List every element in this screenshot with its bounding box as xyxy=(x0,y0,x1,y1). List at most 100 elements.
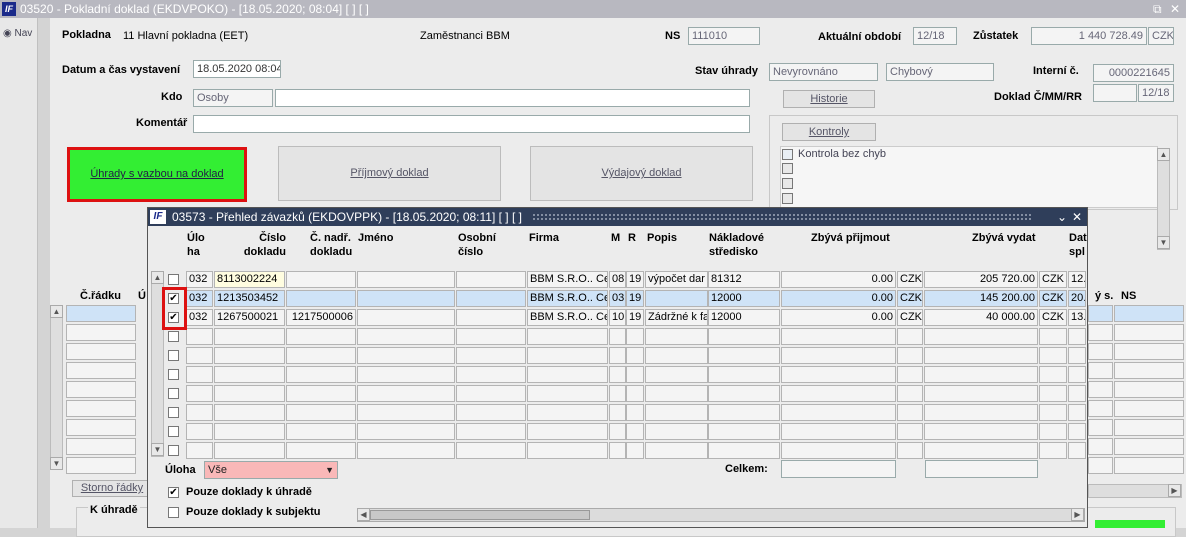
cell-osobni[interactable] xyxy=(456,290,526,307)
cell-vydat[interactable]: 205 720.00 xyxy=(924,271,1038,288)
cell-nakladove[interactable]: 12000 xyxy=(708,290,780,307)
cell-firma[interactable] xyxy=(527,366,608,383)
cell-cur1[interactable]: CZK xyxy=(897,290,923,307)
datum-field[interactable]: 18.05.2020 08:04 xyxy=(193,60,281,78)
row-checkbox[interactable] xyxy=(168,426,179,437)
cell-uloha[interactable] xyxy=(186,347,213,364)
bg-grid-cell[interactable] xyxy=(1088,324,1113,341)
cell-uloha[interactable]: 032 xyxy=(186,309,213,326)
bg-grid-scroll-down[interactable]: ▼ xyxy=(50,457,63,470)
bg-grid-cell[interactable] xyxy=(66,381,136,398)
bg-grid-cell[interactable] xyxy=(1114,457,1184,474)
cell-popis[interactable] xyxy=(645,347,708,364)
cell-firma[interactable]: BBM S.R.O.. Ce xyxy=(527,309,608,326)
kontrola-checkbox-4[interactable] xyxy=(782,193,793,204)
cell-cislo[interactable] xyxy=(214,423,285,440)
cell-cislo[interactable]: 1213503452 xyxy=(214,290,285,307)
bg-grid-cell[interactable] xyxy=(66,457,136,474)
cell-nadr[interactable] xyxy=(286,385,356,402)
obdobi-field[interactable]: 12/18 xyxy=(913,27,957,45)
cell-nadr[interactable] xyxy=(286,442,356,459)
ns-field[interactable]: 111010 xyxy=(688,27,760,45)
cell-osobni[interactable] xyxy=(456,404,526,421)
bg-grid-cell[interactable] xyxy=(1088,343,1113,360)
pouze-uhrade-checkbox[interactable]: ✔ xyxy=(168,487,179,498)
prijmovy-doklad-button[interactable]: Příjmový doklad xyxy=(278,146,501,201)
kontroly-scroll-up[interactable]: ▲ xyxy=(1157,148,1170,161)
bg-grid-cell[interactable] xyxy=(1088,457,1113,474)
cell-uloha[interactable]: 032 xyxy=(186,290,213,307)
cell-osobni[interactable] xyxy=(456,423,526,440)
cell-nadr[interactable] xyxy=(286,271,356,288)
cell-dat[interactable]: 12. xyxy=(1068,271,1086,288)
bg-grid-cell[interactable] xyxy=(1114,438,1184,455)
cell-cislo[interactable] xyxy=(214,366,285,383)
cell-popis[interactable] xyxy=(645,385,708,402)
cell-cur2[interactable] xyxy=(1039,385,1067,402)
cell-cur1[interactable] xyxy=(897,404,923,421)
cell-dat[interactable] xyxy=(1068,385,1086,402)
bg-grid-scrollbar[interactable] xyxy=(50,305,63,470)
historie-button[interactable]: Historie xyxy=(783,90,875,108)
cell-cur2[interactable] xyxy=(1039,404,1067,421)
cell-cur1[interactable] xyxy=(897,347,923,364)
cell-nadr[interactable] xyxy=(286,366,356,383)
bg-grid-cell[interactable] xyxy=(1088,362,1113,379)
bg-grid-cell[interactable] xyxy=(66,324,136,341)
bg-grid-cell[interactable] xyxy=(66,343,136,360)
cell-cur2[interactable] xyxy=(1039,423,1067,440)
cell-jmeno[interactable] xyxy=(357,271,455,288)
bg-grid-cell[interactable] xyxy=(1088,305,1113,322)
row-checkbox[interactable] xyxy=(168,350,179,361)
cell-m[interactable]: 10 xyxy=(609,309,626,326)
row-checkbox[interactable] xyxy=(168,407,179,418)
cell-cur2[interactable] xyxy=(1039,366,1067,383)
cell-jmeno[interactable] xyxy=(357,328,455,345)
cell-jmeno[interactable] xyxy=(357,366,455,383)
cell-m[interactable] xyxy=(609,347,626,364)
cell-osobni[interactable] xyxy=(456,385,526,402)
cell-dat[interactable] xyxy=(1068,347,1086,364)
dialog-hscroll-thumb[interactable] xyxy=(370,510,590,520)
bg-grid-cell[interactable] xyxy=(1114,343,1184,360)
cell-r[interactable]: 19 xyxy=(626,309,644,326)
dialog-scroll-up[interactable]: ▲ xyxy=(151,271,164,284)
cell-prijmout[interactable] xyxy=(781,385,896,402)
cell-nakladove[interactable] xyxy=(708,423,780,440)
cell-uloha[interactable] xyxy=(186,366,213,383)
cell-cur2[interactable]: CZK xyxy=(1039,271,1067,288)
cell-jmeno[interactable] xyxy=(357,290,455,307)
cell-dat[interactable] xyxy=(1068,442,1086,459)
row-checkbox[interactable] xyxy=(168,331,179,342)
interni-field[interactable]: 0000221645 xyxy=(1093,64,1174,82)
cell-popis[interactable] xyxy=(645,404,708,421)
cell-osobni[interactable] xyxy=(456,366,526,383)
cell-firma[interactable] xyxy=(527,423,608,440)
cell-jmeno[interactable] xyxy=(357,309,455,326)
cell-cur1[interactable] xyxy=(897,328,923,345)
bg-grid-cell[interactable] xyxy=(1114,381,1184,398)
cell-popis[interactable] xyxy=(645,328,708,345)
cell-dat[interactable] xyxy=(1068,423,1086,440)
cell-cur1[interactable] xyxy=(897,385,923,402)
cell-osobni[interactable] xyxy=(456,442,526,459)
cell-osobni[interactable] xyxy=(456,271,526,288)
cell-cislo[interactable] xyxy=(214,328,285,345)
cell-dat[interactable] xyxy=(1068,366,1086,383)
kdo-name-field[interactable] xyxy=(275,89,750,107)
cell-cur1[interactable]: CZK xyxy=(897,271,923,288)
bg-grid-cell[interactable] xyxy=(1088,419,1113,436)
kdo-field[interactable]: Osoby xyxy=(193,89,273,107)
bg-grid-cell[interactable] xyxy=(1114,362,1184,379)
cell-m[interactable] xyxy=(609,404,626,421)
row-checkbox[interactable] xyxy=(168,388,179,399)
kontroly-scrollbar[interactable] xyxy=(1157,148,1170,250)
cell-jmeno[interactable] xyxy=(357,347,455,364)
minimize-icon[interactable]: ⌄ xyxy=(1057,208,1067,226)
kontrola-checkbox-2[interactable] xyxy=(782,163,793,174)
celkem-vydat-field[interactable] xyxy=(925,460,1038,478)
stav-field-1[interactable]: Nevyrovnáno xyxy=(769,63,878,81)
cell-r[interactable] xyxy=(626,404,644,421)
cell-osobni[interactable] xyxy=(456,347,526,364)
cell-cislo[interactable]: 8113002224 xyxy=(214,271,285,288)
